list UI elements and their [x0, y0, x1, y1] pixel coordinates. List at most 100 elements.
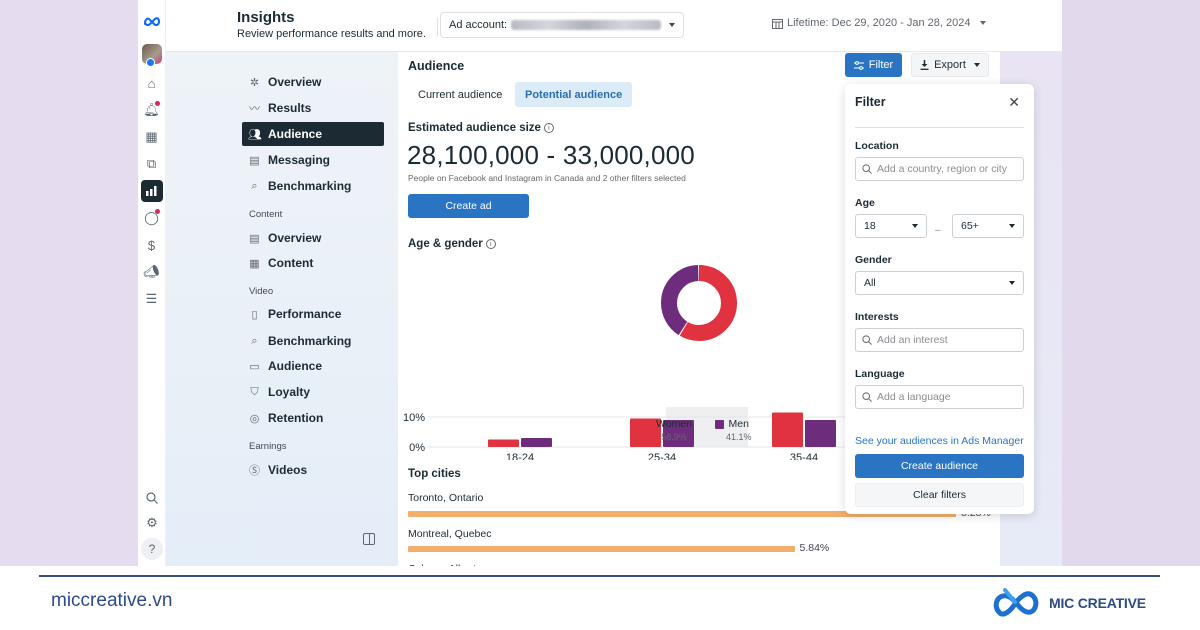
sidebar-item-video-performance[interactable]: ▯ Performance [242, 302, 384, 326]
sidebar-item-content[interactable]: ▦ Content [242, 251, 384, 275]
language-search-field[interactable] [855, 385, 1024, 409]
sidebar-item-video-loyalty[interactable]: ⛉ Loyalty [242, 380, 384, 404]
estimated-audience-value: 28,100,000 - 33,000,000 [407, 140, 695, 170]
bar-women-18-24[interactable] [488, 439, 519, 448]
tab-current-audience[interactable]: Current audience [408, 82, 512, 107]
city-bar [408, 546, 795, 552]
header-divider [437, 18, 438, 36]
section-label-video: Video [249, 286, 274, 297]
legend-item-women: Women 58.9% [642, 418, 692, 442]
date-range-selector[interactable]: Lifetime: Dec 29, 2020 - Jan 28, 2024 [772, 17, 987, 29]
meta-logo-icon[interactable] [141, 10, 163, 32]
interests-search-field[interactable] [855, 328, 1024, 352]
notifications-icon[interactable]: 🔔︎ [141, 99, 163, 121]
y-tick-label: 10% [403, 412, 425, 424]
sidebar-item-label: Loyalty [268, 385, 311, 399]
chevron-down-icon [973, 63, 980, 67]
location-search-field[interactable] [855, 157, 1024, 181]
ad-account-selector[interactable]: Ad account: [440, 12, 684, 38]
clear-filters-button[interactable]: Clear filters [855, 483, 1024, 507]
sidebar-item-earnings-videos[interactable]: Ⓢ Videos [242, 458, 384, 482]
table-icon: ▦ [249, 257, 260, 270]
gender-label: Gender [855, 254, 892, 266]
location-input[interactable] [877, 163, 1017, 175]
create-audience-button[interactable]: Create audience [855, 454, 1024, 478]
sidebar-item-video-benchmarking[interactable]: ⌕ Benchmarking [242, 329, 384, 353]
gender-select[interactable]: All [855, 271, 1024, 295]
chevron-down-icon [669, 23, 675, 27]
collapse-sidebar-icon[interactable] [363, 533, 375, 545]
sliders-icon [853, 60, 864, 70]
sidebar-item-label: Audience [268, 359, 323, 373]
sidebar-item-video-retention[interactable]: ◎ Retention [242, 406, 384, 430]
create-ad-button[interactable]: Create ad [408, 194, 529, 218]
legend-swatch [714, 419, 724, 429]
language-label: Language [855, 368, 905, 380]
date-range-label: Lifetime: Dec 29, 2020 - Jan 28, 2024 [787, 17, 971, 29]
content-icon[interactable]: ⧉ [141, 153, 163, 175]
calendar-icon[interactable]: ▦ [141, 126, 163, 148]
overview-icon: ▤ [249, 232, 260, 245]
bar-men-35-44[interactable] [805, 420, 836, 447]
insights-icon[interactable] [140, 180, 163, 202]
sidebar-item-label: Results [268, 101, 312, 115]
inbox-icon[interactable]: ◯ [141, 207, 163, 229]
sidebar-item-results[interactable]: 〰 Results [242, 96, 384, 120]
help-icon[interactable]: ? [141, 538, 163, 560]
messaging-icon: ▤ [249, 154, 260, 167]
chevron-down-icon [1009, 281, 1015, 285]
page-title: Insights [237, 9, 295, 26]
filter-button-label: Filter [868, 59, 894, 71]
home-icon[interactable]: ⌂ [141, 72, 163, 94]
sidebar-item-overview[interactable]: ✲ Overview [242, 70, 384, 94]
sidebar-item-label: Benchmarking [268, 334, 352, 348]
results-icon: 〰 [249, 103, 260, 115]
legend-item-men: Men 41.1% [712, 418, 752, 442]
sidebar-item-video-audience[interactable]: ▭ Audience [242, 354, 384, 378]
bar-men-18-24[interactable] [521, 438, 552, 447]
footer-website[interactable]: miccreative.vn [51, 590, 172, 612]
video-icon: ▭ [249, 360, 260, 373]
monetization-icon[interactable]: $ [141, 234, 163, 256]
age-gender-heading: Age & gender i [408, 238, 496, 250]
bar-women-35-44[interactable] [772, 412, 803, 448]
sidebar-item-label: Content [268, 256, 314, 270]
sidebar-item-label: Overview [268, 231, 322, 245]
sidebar-item-audience[interactable]: 👥︎ Audience [242, 122, 384, 146]
benchmarking-icon: ⌕ [251, 334, 258, 347]
legend-swatch [642, 419, 651, 429]
filter-button[interactable]: Filter [845, 53, 902, 77]
tab-potential-audience[interactable]: Potential audience [515, 82, 633, 107]
age-max-select[interactable]: 65+ [952, 214, 1024, 238]
sidebar-item-content-overview[interactable]: ▤ Overview [242, 226, 384, 250]
divider [855, 127, 1024, 128]
search-icon [862, 335, 872, 345]
ads-icon[interactable]: 📣︎ [141, 261, 163, 283]
legend-percent: 58.9% [661, 432, 687, 442]
language-input[interactable] [877, 391, 1017, 403]
sidebar-item-benchmarking[interactable]: ⌕ Benchmarking [242, 174, 384, 198]
sidebar-item-messaging[interactable]: ▤ Messaging [242, 148, 384, 172]
overview-icon: ✲ [249, 76, 260, 89]
ads-manager-link[interactable]: See your audiences in Ads Manager [855, 435, 1024, 447]
settings-icon[interactable]: ⚙ [141, 512, 163, 534]
interests-input[interactable] [877, 334, 1017, 346]
profile-avatar[interactable] [141, 44, 162, 67]
age-range-separator: – [935, 225, 941, 236]
top-header: Insights Review performance results and … [166, 0, 1062, 52]
sidebar-item-label: Overview [268, 75, 322, 89]
search-icon[interactable] [141, 487, 163, 509]
age-label: Age [855, 197, 875, 209]
notification-dot [154, 101, 160, 106]
x-tick-label: 35-44 [790, 452, 818, 460]
info-icon[interactable]: i [485, 239, 496, 249]
section-label-content: Content [249, 209, 283, 220]
export-button[interactable]: Export [911, 53, 989, 77]
info-icon[interactable]: i [543, 123, 554, 133]
menu-icon[interactable]: ☰ [141, 288, 163, 310]
close-icon[interactable]: ✕ [1008, 94, 1020, 111]
chevron-down-icon [1009, 224, 1015, 228]
age-min-select[interactable]: 18 [855, 214, 927, 238]
gender-value: All [864, 277, 876, 289]
legend-percent: 41.1% [726, 432, 752, 442]
